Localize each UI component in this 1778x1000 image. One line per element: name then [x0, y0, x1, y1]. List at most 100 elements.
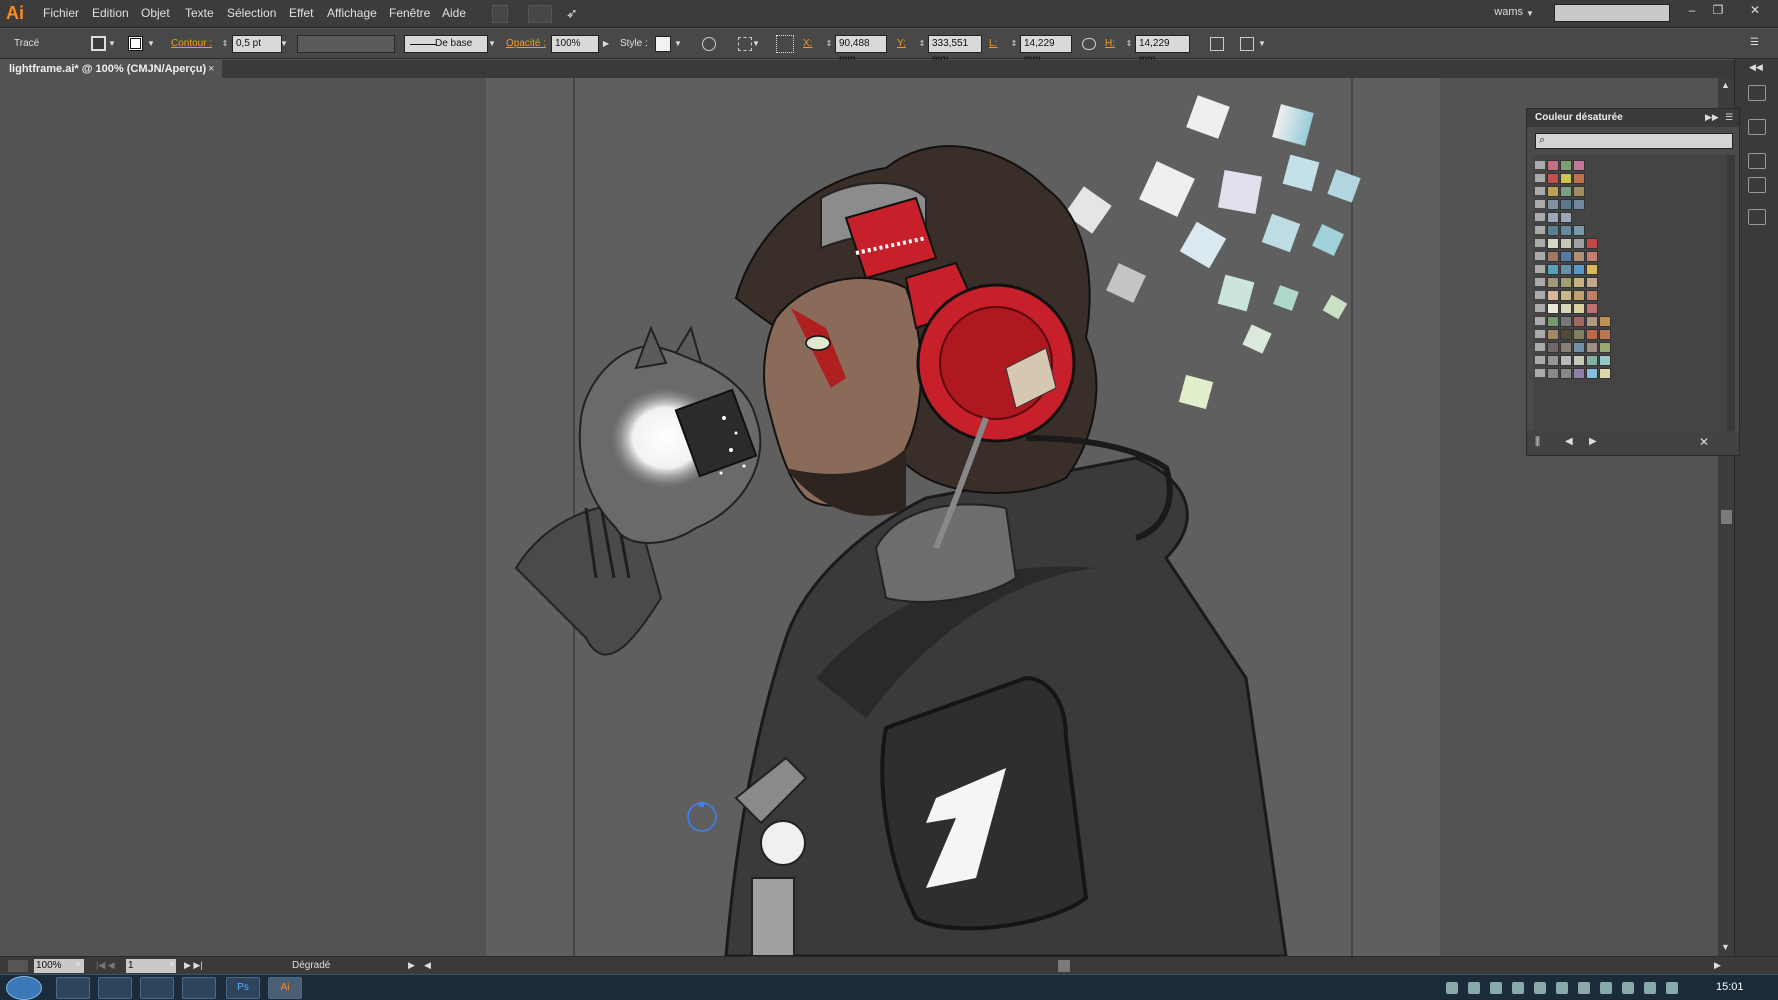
artboard[interactable] [486, 78, 1440, 956]
recolor-artwork-icon[interactable] [702, 37, 716, 51]
swatch-group-row[interactable] [1533, 302, 1713, 315]
y-label[interactable]: Y: [897, 38, 906, 49]
swatch-chip[interactable] [1547, 238, 1559, 249]
stroke-weight-stepper[interactable]: ⇕ [219, 35, 231, 53]
swatch-chip[interactable] [1599, 316, 1611, 327]
illustrator-task-icon[interactable]: Ai [268, 977, 302, 999]
swatch-group-row[interactable] [1533, 159, 1713, 172]
transform-icon[interactable] [1210, 37, 1224, 51]
illustration[interactable] [486, 78, 1440, 956]
swatch-chip[interactable] [1560, 368, 1572, 379]
swatch-chip[interactable] [1573, 173, 1585, 184]
swatch-group-row[interactable] [1533, 224, 1713, 237]
swatch-group-row[interactable] [1533, 237, 1713, 250]
align-dropdown-icon[interactable]: ▼ [750, 35, 762, 53]
swatch-chip[interactable] [1547, 199, 1559, 210]
height-stepper[interactable]: ⇕ [1123, 35, 1135, 53]
brushes-panel-icon[interactable] [1748, 153, 1766, 169]
swatch-chip[interactable] [1560, 355, 1572, 366]
swatch-group-row[interactable] [1533, 315, 1713, 328]
swatch-search-input[interactable]: ⌕ [1535, 133, 1733, 149]
library-menu-icon[interactable]: ⫼ [1535, 436, 1540, 449]
close-tab-icon[interactable]: × [208, 60, 214, 78]
y-stepper[interactable]: ⇕ [916, 35, 928, 53]
nvidia-icon[interactable] [1556, 982, 1568, 994]
volume-icon[interactable] [1666, 982, 1678, 994]
swatch-chip[interactable] [1599, 329, 1611, 340]
stroke-weight-dropdown-icon[interactable]: ▼ [278, 35, 290, 53]
swatch-chip[interactable] [1547, 290, 1559, 301]
swatch-chip[interactable] [1547, 160, 1559, 171]
scroll-right-icon[interactable]: ▶ [1714, 960, 1721, 971]
swatch-group-row[interactable] [1533, 289, 1713, 302]
panel-menu-icon[interactable]: ☰ [1750, 37, 1764, 49]
swatch-group-row[interactable] [1533, 263, 1713, 276]
swatch-chip[interactable] [1573, 316, 1585, 327]
start-button[interactable] [6, 976, 42, 1000]
opacity-label[interactable]: Opacité : [506, 38, 546, 49]
swatch-chip[interactable] [1560, 238, 1572, 249]
symbols-panel-icon[interactable] [1748, 177, 1766, 193]
swatch-chip[interactable] [1586, 277, 1598, 288]
reference-point-icon[interactable] [776, 35, 794, 53]
swatch-chip[interactable] [1547, 251, 1559, 262]
horizontal-scroll-thumb[interactable] [1058, 960, 1070, 972]
display-icon[interactable] [1468, 982, 1480, 994]
swatch-group-row[interactable] [1533, 367, 1713, 380]
opacity-arrow-icon[interactable]: ▶ [600, 35, 612, 53]
scroll-down-icon[interactable]: ▼ [1721, 942, 1730, 952]
swatch-chip[interactable] [1573, 303, 1585, 314]
menu-edition[interactable]: Edition [92, 6, 129, 20]
next-library-icon[interactable]: ▶ [1589, 436, 1597, 447]
swatch-chip[interactable] [1573, 199, 1585, 210]
swatch-group-row[interactable] [1533, 341, 1713, 354]
swatch-chip[interactable] [1547, 329, 1559, 340]
swatch-chip[interactable] [1586, 290, 1598, 301]
swatch-group-row[interactable] [1533, 211, 1713, 224]
menu-texte[interactable]: Texte [185, 6, 214, 20]
width-stepper[interactable]: ⇕ [1008, 35, 1020, 53]
swatch-list-scrollbar[interactable] [1727, 155, 1735, 433]
style-dropdown-icon[interactable]: ▼ [672, 35, 684, 53]
swatch-chip[interactable] [1586, 238, 1598, 249]
artboard-dropdown-icon[interactable]: ▼ [168, 960, 176, 969]
swatch-chip[interactable] [1573, 238, 1585, 249]
collapse-dock-icon[interactable]: ◀◀ [1749, 62, 1763, 73]
swatch-chip[interactable] [1586, 329, 1598, 340]
swatch-chip[interactable] [1573, 342, 1585, 353]
swatch-chip[interactable] [1560, 342, 1572, 353]
swatch-chip[interactable] [1547, 355, 1559, 366]
swatch-chip[interactable] [1573, 277, 1585, 288]
media-player-task-icon[interactable] [140, 977, 174, 999]
x-field[interactable]: 90,488 mm [835, 35, 887, 65]
swatch-chip[interactable] [1560, 303, 1572, 314]
swatch-chip[interactable] [1547, 225, 1559, 236]
swatch-chip[interactable] [1573, 290, 1585, 301]
graphic-style-swatch[interactable] [655, 36, 671, 52]
windows-icon[interactable] [1446, 982, 1458, 994]
menu-objet[interactable]: Objet [141, 6, 170, 20]
current-tool-status[interactable]: Dégradé [292, 960, 330, 971]
stroke-swatch[interactable] [128, 36, 143, 51]
contour-label[interactable]: Contour : [171, 38, 212, 49]
swatch-chip[interactable] [1560, 290, 1572, 301]
workspace-switcher[interactable]: wams [1494, 6, 1523, 18]
menu-affichage[interactable]: Affichage [327, 6, 377, 20]
swatch-chip[interactable] [1547, 277, 1559, 288]
swatch-chip[interactable] [1573, 368, 1585, 379]
bridge-icon[interactable] [492, 5, 508, 23]
status-menu-icon[interactable]: ▶ [408, 960, 415, 971]
layers-panel-icon[interactable] [1748, 209, 1766, 225]
collapse-panel-icon[interactable]: ▶▶ [1705, 112, 1719, 123]
swatch-chip[interactable] [1586, 251, 1598, 262]
opacity-field[interactable]: 100% [551, 35, 599, 53]
swatch-chip[interactable] [1547, 316, 1559, 327]
menu-fichier[interactable]: Fichier [43, 6, 79, 20]
swatch-chip[interactable] [1560, 173, 1572, 184]
swatch-chip[interactable] [1560, 225, 1572, 236]
swatch-group-row[interactable] [1533, 172, 1713, 185]
isolate-icon[interactable] [1240, 37, 1254, 51]
keyboard-icon[interactable] [1490, 982, 1502, 994]
swatch-chip[interactable] [1573, 160, 1585, 171]
color-guide-panel-icon[interactable] [1748, 119, 1766, 135]
